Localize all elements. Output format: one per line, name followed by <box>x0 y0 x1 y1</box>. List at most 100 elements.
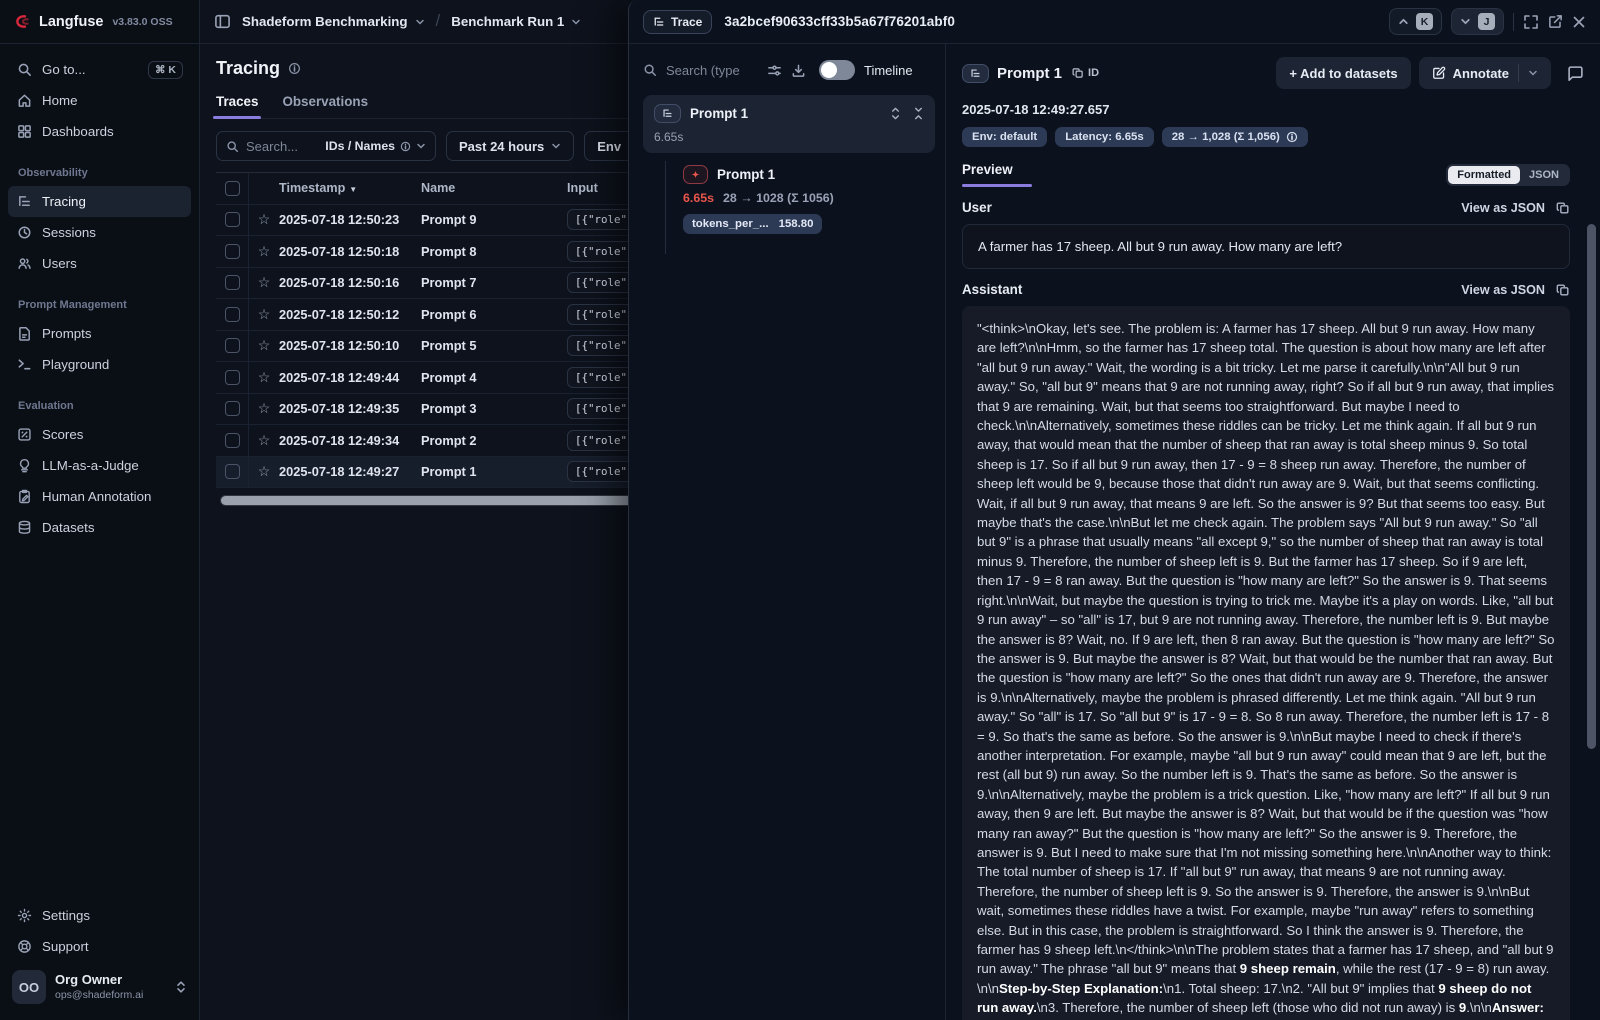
org-user-menu[interactable]: OO Org Owner ops@shadeform.ai <box>8 962 191 1012</box>
chevron-down-icon <box>415 17 425 27</box>
row-checkbox[interactable] <box>225 401 240 416</box>
sidebar-toggle-icon[interactable] <box>214 13 231 30</box>
view-as-json-link[interactable]: View as JSON <box>1461 283 1545 297</box>
tab-traces[interactable]: Traces <box>216 94 258 118</box>
sidebar-item-home[interactable]: Home <box>8 85 191 116</box>
close-icon[interactable] <box>1572 15 1586 29</box>
col-name[interactable]: Name <box>421 181 567 195</box>
traces-search-input[interactable]: Search... IDs / Names <box>216 131 436 161</box>
collapse-all-icon[interactable] <box>912 107 925 120</box>
row-checkbox[interactable] <box>225 433 240 448</box>
tree-node-generation[interactable]: Prompt 1 6.65s 28 → 1028 (Σ 1056) tokens… <box>683 165 935 234</box>
observation-tree: Search (type Timeline Prompt 1 6.65s <box>629 44 946 1020</box>
timeline-label: Timeline <box>864 63 913 78</box>
sidebar-item-playground[interactable]: Playground <box>8 349 191 380</box>
time-range-filter[interactable]: Past 24 hours <box>446 131 574 161</box>
star-icon[interactable]: ☆ <box>249 432 279 449</box>
star-icon[interactable]: ☆ <box>249 274 279 291</box>
row-checkbox[interactable] <box>225 275 240 290</box>
dashboards-icon <box>16 124 32 140</box>
sidebar-item-sessions[interactable]: Sessions <box>8 217 191 248</box>
user-message-content: A farmer has 17 sheep. All but 9 run awa… <box>962 224 1570 269</box>
copy-id-button[interactable]: ID <box>1072 67 1099 79</box>
clipboard-pen-icon <box>16 489 32 505</box>
add-to-datasets-button[interactable]: + Add to datasets <box>1276 57 1410 89</box>
section-observability: Observability <box>8 147 191 186</box>
nav-prev-button[interactable]: K <box>1389 8 1442 35</box>
star-icon[interactable]: ☆ <box>249 337 279 354</box>
goto-search[interactable]: Go to... ⌘ K <box>8 54 191 85</box>
vertical-scrollbar[interactable] <box>1587 224 1596 749</box>
tab-preview[interactable]: Preview <box>962 162 1013 187</box>
row-checkbox[interactable] <box>225 212 240 227</box>
search-placeholder: Search... <box>246 139 318 154</box>
row-checkbox[interactable] <box>225 244 240 259</box>
chevrons-up-down-icon <box>175 980 187 994</box>
row-checkbox[interactable] <box>225 370 240 385</box>
format-toggle[interactable]: Formatted JSON <box>1446 164 1570 186</box>
format-formatted[interactable]: Formatted <box>1448 166 1520 184</box>
user-name: Org Owner <box>55 972 143 988</box>
expand-panel-icon[interactable] <box>1523 14 1539 30</box>
user-section-title: User <box>962 200 992 215</box>
sidebar-item-settings[interactable]: Settings <box>8 900 191 931</box>
dashboards-label: Dashboards <box>42 124 114 139</box>
row-checkbox[interactable] <box>225 307 240 322</box>
star-icon[interactable]: ☆ <box>249 306 279 323</box>
star-icon[interactable]: ☆ <box>249 369 279 386</box>
star-icon[interactable]: ☆ <box>249 400 279 417</box>
select-all-checkbox[interactable] <box>225 181 240 196</box>
trace-detail-panel: Trace 3a2bcef90633cff33b5a67f76201abf0 K… <box>628 0 1600 1020</box>
assistant-message-content: "<think>\nOkay, let's see. The problem i… <box>962 306 1570 1020</box>
copy-icon[interactable] <box>1556 201 1570 215</box>
comments-button[interactable] <box>1567 65 1584 82</box>
page-title: Tracing <box>216 58 280 79</box>
star-icon[interactable]: ☆ <box>249 463 279 480</box>
star-icon[interactable]: ☆ <box>249 243 279 260</box>
sidebar-item-users[interactable]: Users <box>8 248 191 279</box>
generation-duration: 6.65s <box>683 191 714 205</box>
tracing-label: Tracing <box>42 194 86 209</box>
filter-sliders-icon[interactable] <box>767 63 782 78</box>
row-timestamp: 2025-07-18 12:49:27 <box>279 464 421 479</box>
view-as-json-link[interactable]: View as JSON <box>1461 201 1545 215</box>
col-timestamp[interactable]: Timestamp▼ <box>279 181 421 195</box>
sidebar-item-support[interactable]: Support <box>8 931 191 962</box>
row-name: Prompt 1 <box>421 464 567 479</box>
token-usage-badge[interactable]: 28 → 1,028 (Σ 1,056) <box>1162 127 1308 147</box>
expand-all-icon[interactable] <box>889 107 902 120</box>
format-json[interactable]: JSON <box>1520 166 1568 184</box>
open-external-icon[interactable] <box>1548 14 1563 29</box>
sidebar-item-scores[interactable]: Scores <box>8 419 191 450</box>
sidebar-item-prompts[interactable]: Prompts <box>8 318 191 349</box>
env-filter[interactable]: Env <box>584 131 634 161</box>
row-timestamp: 2025-07-18 12:50:16 <box>279 275 421 290</box>
tree-node-trace[interactable]: Prompt 1 6.65s <box>643 95 935 153</box>
copy-icon[interactable] <box>1556 283 1570 297</box>
search-scope-select[interactable]: IDs / Names <box>325 139 426 153</box>
breadcrumb-project[interactable]: Benchmark Run 1 <box>451 14 581 29</box>
sidebar-item-human-annotation[interactable]: Human Annotation <box>8 481 191 512</box>
llm-judge-label: LLM-as-a-Judge <box>42 458 139 473</box>
row-name: Prompt 2 <box>421 433 567 448</box>
breadcrumb-org[interactable]: Shadeform Benchmarking <box>242 14 425 29</box>
row-checkbox[interactable] <box>225 338 240 353</box>
star-icon[interactable]: ☆ <box>249 211 279 228</box>
gear-icon <box>16 908 32 924</box>
copy-icon <box>1072 67 1084 79</box>
tree-search-input[interactable]: Search (type <box>666 63 758 78</box>
row-name: Prompt 8 <box>421 244 567 259</box>
sidebar-item-dashboards[interactable]: Dashboards <box>8 116 191 147</box>
sidebar-item-llm-judge[interactable]: LLM-as-a-Judge <box>8 450 191 481</box>
tab-observations[interactable]: Observations <box>282 94 368 118</box>
annotate-button[interactable]: Annotate <box>1419 57 1551 89</box>
latency-badge: Latency: 6.65s <box>1055 127 1154 147</box>
goto-kbd: ⌘ K <box>148 61 183 79</box>
sidebar-item-datasets[interactable]: Datasets <box>8 512 191 543</box>
nav-next-button[interactable]: J <box>1451 8 1504 35</box>
chevron-down-icon <box>416 141 426 151</box>
sidebar-item-tracing[interactable]: Tracing <box>8 186 191 217</box>
row-checkbox[interactable] <box>225 464 240 479</box>
download-icon[interactable] <box>791 63 806 78</box>
timeline-toggle[interactable] <box>819 60 855 80</box>
